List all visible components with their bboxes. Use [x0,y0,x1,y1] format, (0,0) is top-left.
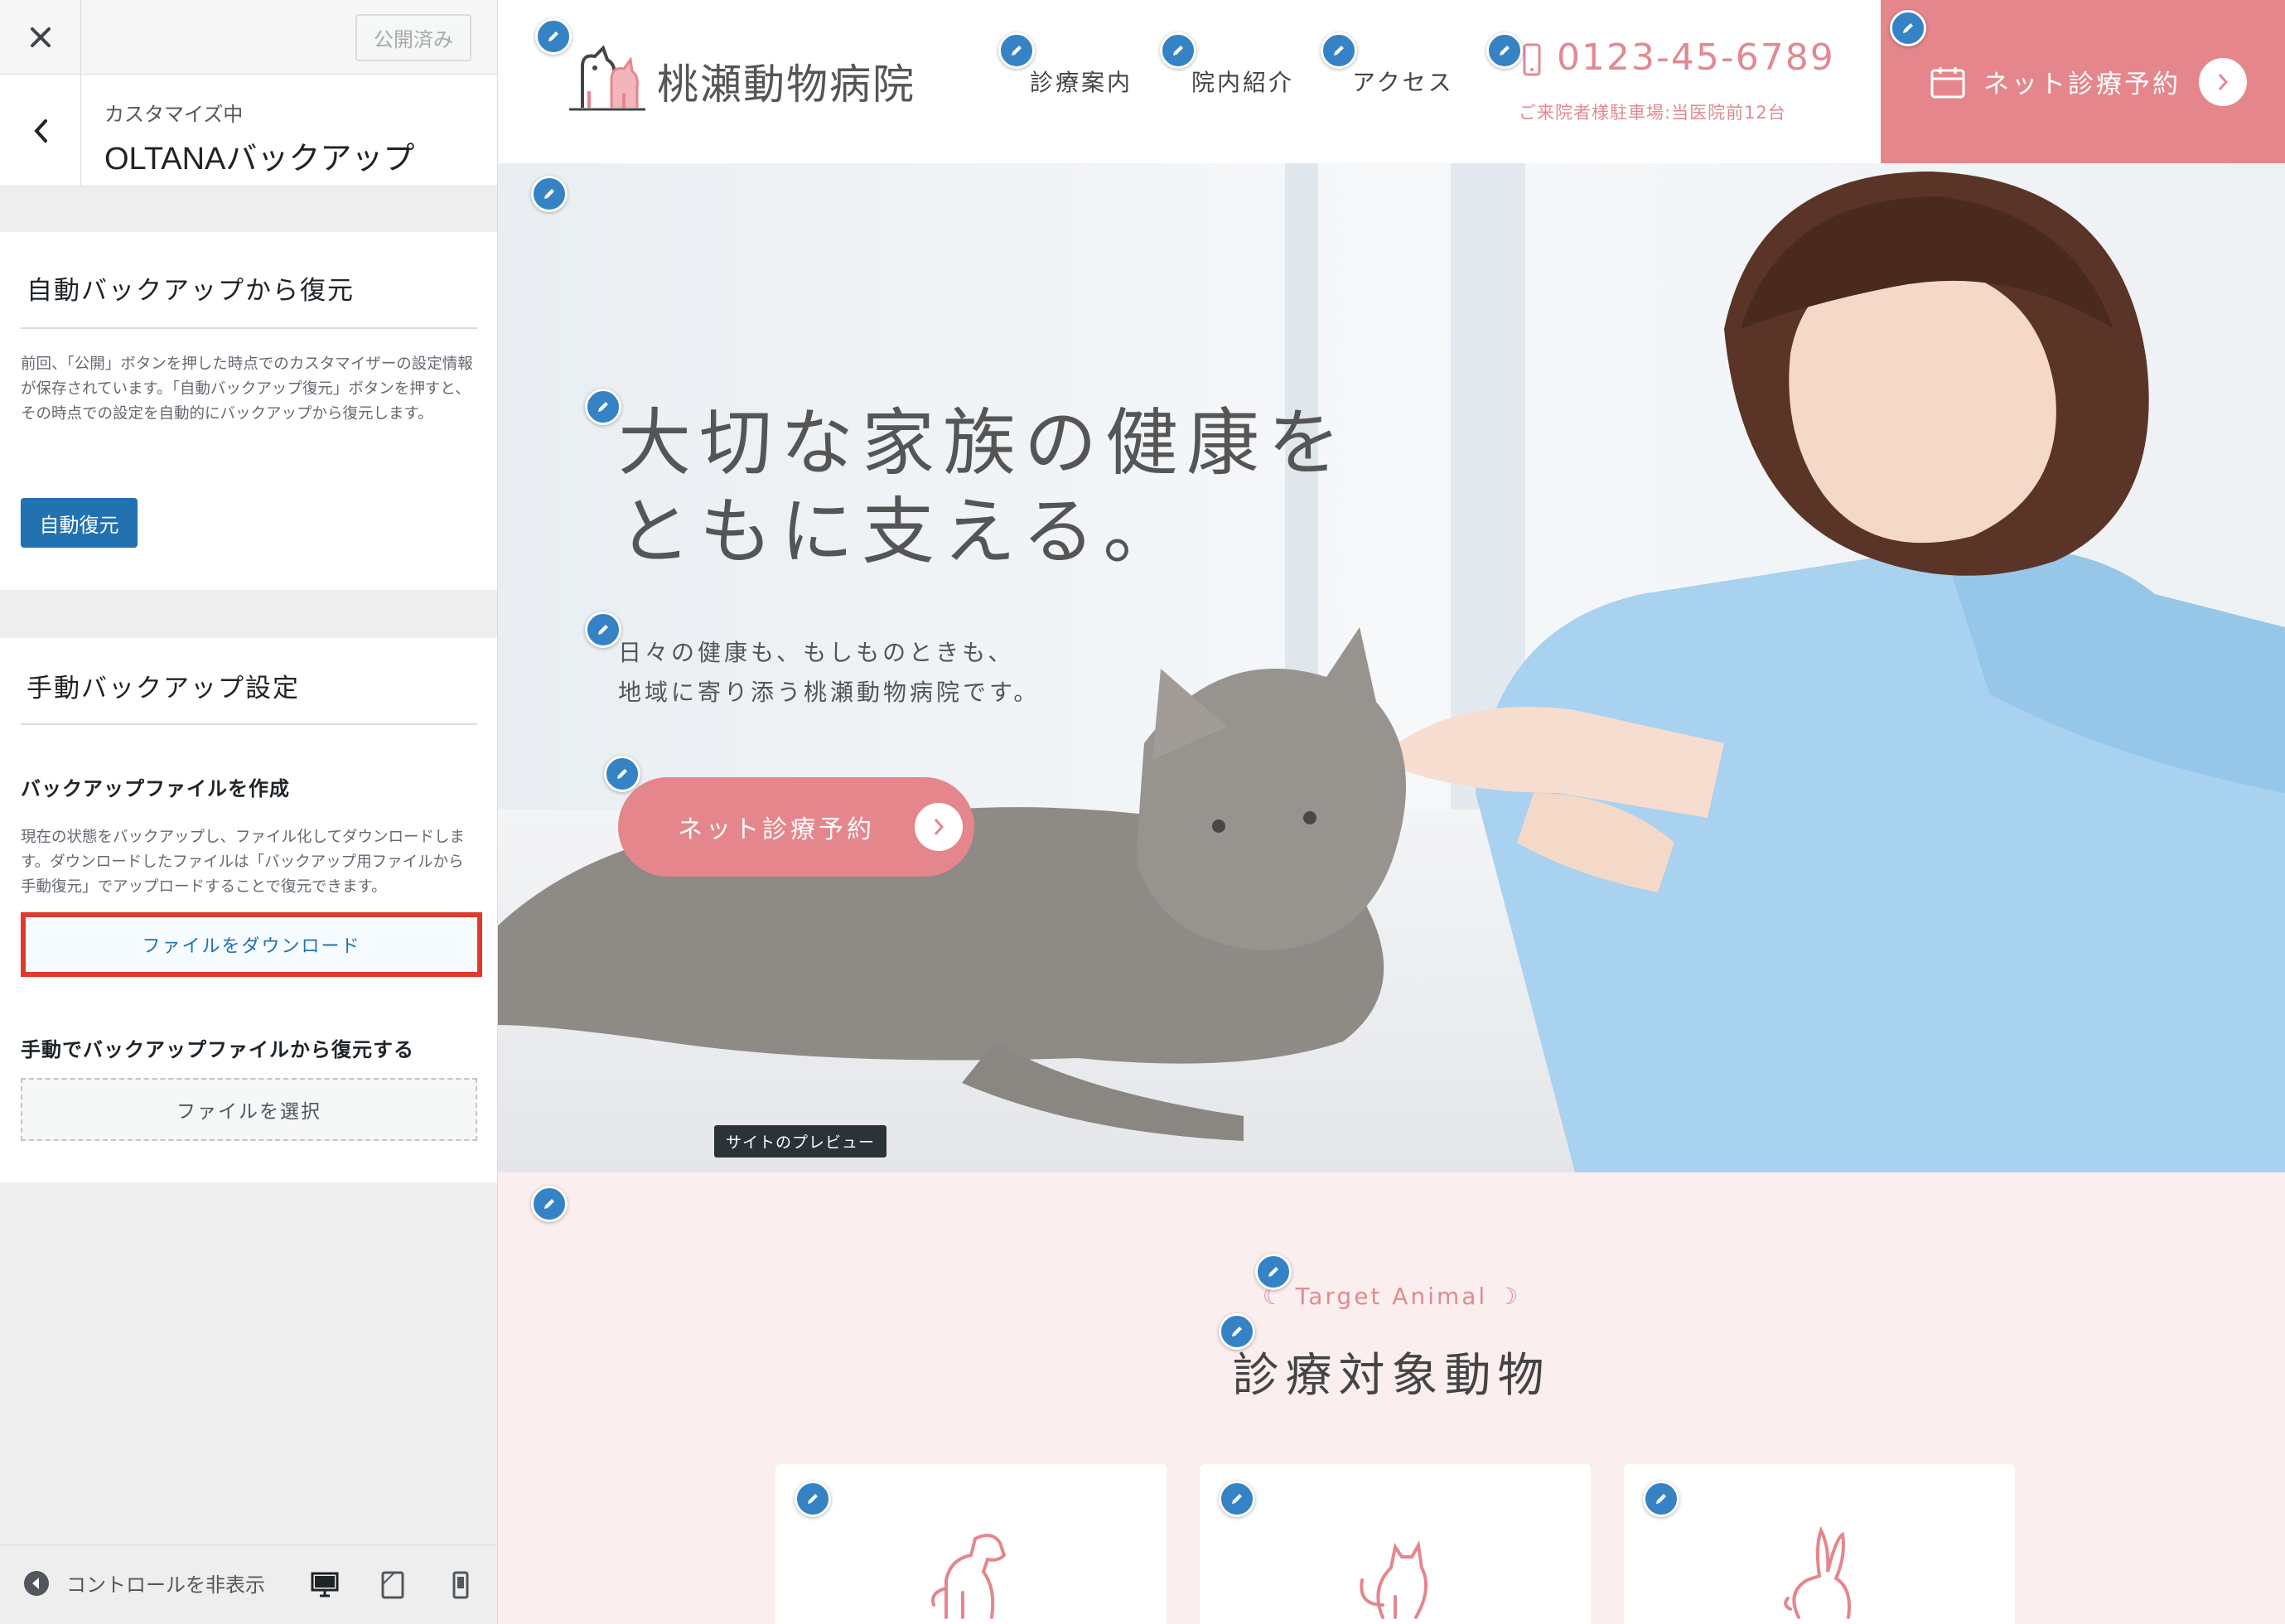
edit-shortcut-pencil-icon[interactable] [1890,10,1926,46]
edit-shortcut-pencil-icon[interactable] [1321,32,1357,69]
edit-shortcut-pencil-icon[interactable] [585,389,621,425]
hero-subtitle-line1: 日々の健康も、もしものときも、 [618,639,1015,666]
customizing-label: カスタマイズ中 [104,103,244,126]
site-preview: 桃瀬動物病院 診療案内 院内紹介 アクセス 0123-45-6789 ご来院者様… [498,0,2285,1624]
edit-shortcut-pencil-icon[interactable] [585,611,621,648]
site-header: 桃瀬動物病院 診療案内 院内紹介 アクセス 0123-45-6789 ご来院者様… [498,0,2285,163]
hero-section: 大切な家族の健康を ともに支える。 日々の健康も、もしものときも、 地域に寄り添… [498,163,2285,1172]
target-animal-heading: 診療対象動物 [1232,1349,1551,1403]
desktop-preview-button[interactable] [308,1568,341,1602]
preview-tooltip: サイトのプレビュー [714,1125,887,1158]
hero-title-line1: 大切な家族の健康を [618,400,1350,486]
select-file-button[interactable]: ファイルを選択 [21,1078,477,1141]
hero-title: 大切な家族の健康を ともに支える。 [618,399,1349,576]
dog-icon [931,1534,1007,1619]
edit-shortcut-pencil-icon[interactable] [531,1186,568,1222]
publish-button[interactable]: 公開済み [355,14,471,61]
close-icon [30,27,51,47]
close-button[interactable] [0,0,81,75]
phone-number[interactable]: 0123-45-6789 [1557,36,1835,79]
chevron-right-icon [2199,57,2247,106]
hero-subtitle: 日々の健康も、もしものときも、 地域に寄り添う桃瀬動物病院です。 [618,633,1040,713]
parking-info: ご来院者様駐車場:当医院前12台 [1519,103,1786,123]
sidebar-topbar: 公開済み [0,0,497,75]
target-animal-eyebrow: ☾ Target Animal ☽ [1262,1283,1521,1310]
logo-icon [569,45,645,111]
tablet-preview-button[interactable] [376,1568,409,1602]
auto-backup-description: 前回、「公開」ボタンを押した時点でのカスタマイザーの設定情報が保存されています。… [21,355,473,423]
target-animal-section: ☾ Target Animal ☽ 診療対象動物 [498,1172,2285,1624]
edit-shortcut-pencil-icon[interactable] [795,1481,831,1517]
hide-controls-label: コントロールを非表示 [66,1573,265,1597]
cat-icon [1360,1539,1428,1619]
header-reserve-label: ネット診療予約 [1983,70,2181,99]
header-reserve-button[interactable]: ネット診療予約 [1881,0,2285,163]
back-button[interactable] [0,75,81,186]
auto-backup-title: 自動バックアップから復元 [27,276,355,306]
mobile-icon [452,1571,469,1599]
edit-shortcut-pencil-icon[interactable] [1643,1481,1679,1517]
nav-item-access[interactable]: アクセス [1352,65,1454,98]
tablet-icon [381,1571,404,1599]
animal-card-dog[interactable] [775,1464,1167,1624]
animal-card-rabbit[interactable] [1624,1464,2015,1624]
customizer-sidebar: 公開済み カスタマイズ中 OLTANAバックアップ 自動バックアップから復元 前… [0,0,498,1624]
divider [21,327,477,329]
nav-item-about[interactable]: 院内紹介 [1191,65,1294,98]
manual-restore-label: 手動でバックアップファイルから復元する [21,1038,414,1061]
edit-shortcut-pencil-icon[interactable] [531,176,568,212]
edit-shortcut-pencil-icon[interactable] [1160,32,1196,69]
edit-shortcut-pencil-icon[interactable] [1219,1313,1255,1350]
section-header: カスタマイズ中 OLTANAバックアップ [0,75,497,186]
hero-title-line2: ともに支える。 [618,489,1185,574]
download-file-button[interactable]: ファイルをダウンロード [21,912,482,977]
hero-subtitle-line2: 地域に寄り添う桃瀬動物病院です。 [618,679,1041,706]
animal-card-cat[interactable] [1200,1464,1591,1624]
section-title: OLTANAバックアップ [104,142,415,176]
desktop-icon [311,1572,339,1597]
hero-reserve-label: ネット診療予約 [678,815,875,844]
chevron-right-icon [915,803,963,851]
edit-shortcut-pencil-icon[interactable] [1255,1254,1292,1290]
edit-shortcut-pencil-icon[interactable] [604,756,640,792]
edit-shortcut-pencil-icon[interactable] [1219,1481,1255,1517]
calendar-icon [1930,66,1965,98]
mobile-preview-button[interactable] [444,1568,477,1602]
collapse-icon [24,1570,49,1596]
phone-icon [1523,43,1541,76]
auto-restore-button[interactable]: 自動復元 [21,498,138,548]
divider [21,723,477,725]
site-logo-name[interactable]: 桃瀬動物病院 [657,51,915,111]
chevron-left-icon [33,118,47,143]
manual-backup-title: 手動バックアップ設定 [27,674,300,703]
hide-controls-button[interactable]: コントロールを非表示 [23,1568,265,1597]
edit-shortcut-pencil-icon[interactable] [998,32,1035,69]
rabbit-icon [1784,1525,1851,1619]
create-backup-label: バックアップファイルを作成 [21,777,290,800]
nav-item-services[interactable]: 診療案内 [1030,65,1133,98]
sidebar-footer: コントロールを非表示 [0,1544,497,1624]
edit-shortcut-pencil-icon[interactable] [535,18,572,55]
hero-reserve-button[interactable]: ネット診療予約 [618,777,974,877]
edit-shortcut-pencil-icon[interactable] [1486,32,1523,69]
create-backup-description: 現在の状態をバックアップし、ファイル化してダウンロードします。ダウンロードしたフ… [21,829,465,896]
